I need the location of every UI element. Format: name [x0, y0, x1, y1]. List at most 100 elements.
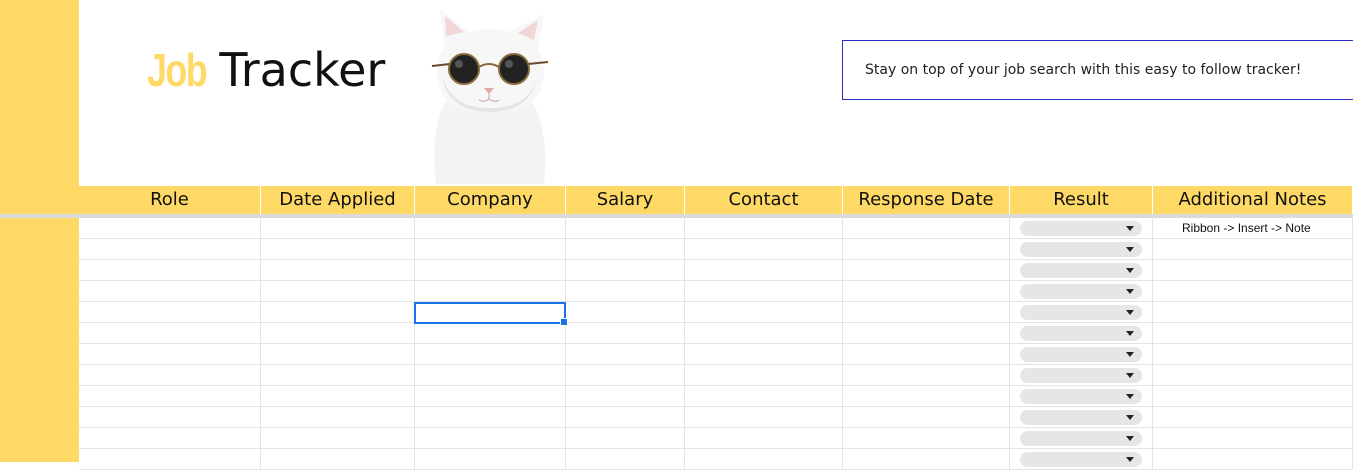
cell-salary[interactable]: [566, 323, 685, 343]
cell-company[interactable]: [415, 449, 566, 469]
cell-company[interactable]: [415, 218, 566, 238]
cell-contact[interactable]: [685, 449, 843, 469]
selected-cell-highlight[interactable]: [414, 302, 568, 326]
cell-contact[interactable]: [685, 344, 843, 364]
cell-response-date[interactable]: [843, 218, 1010, 238]
result-dropdown[interactable]: [1020, 452, 1142, 467]
header-contact[interactable]: Contact: [685, 186, 843, 214]
cell-role[interactable]: [79, 281, 261, 301]
cell-salary[interactable]: [566, 302, 685, 322]
cell-company[interactable]: [415, 323, 566, 343]
cell-salary[interactable]: [566, 344, 685, 364]
cell-contact[interactable]: [685, 428, 843, 448]
cell-date-applied[interactable]: [261, 365, 415, 385]
cell-salary[interactable]: [566, 365, 685, 385]
cell-date-applied[interactable]: [261, 407, 415, 427]
cell-response-date[interactable]: [843, 365, 1010, 385]
cell-result[interactable]: [1010, 281, 1153, 301]
cell-response-date[interactable]: [843, 344, 1010, 364]
cell-additional-notes[interactable]: [1153, 281, 1353, 301]
cell-result[interactable]: [1010, 344, 1153, 364]
cell-contact[interactable]: [685, 218, 843, 238]
cell-response-date[interactable]: [843, 428, 1010, 448]
cell-date-applied[interactable]: [261, 260, 415, 280]
cell-additional-notes[interactable]: Ribbon -> Insert -> Note: [1153, 218, 1353, 238]
cell-role[interactable]: [79, 428, 261, 448]
cell-result[interactable]: [1010, 323, 1153, 343]
result-dropdown[interactable]: [1020, 263, 1142, 278]
cell-company[interactable]: [415, 386, 566, 406]
cell-company[interactable]: [415, 239, 566, 259]
cell-salary[interactable]: [566, 260, 685, 280]
header-additional-notes[interactable]: Additional Notes: [1153, 186, 1353, 214]
cell-contact[interactable]: [685, 239, 843, 259]
cell-role[interactable]: [79, 344, 261, 364]
cell-date-applied[interactable]: [261, 323, 415, 343]
cell-additional-notes[interactable]: [1153, 260, 1353, 280]
cell-contact[interactable]: [685, 260, 843, 280]
cell-response-date[interactable]: [843, 386, 1010, 406]
cell-date-applied[interactable]: [261, 281, 415, 301]
cell-contact[interactable]: [685, 281, 843, 301]
cell-date-applied[interactable]: [261, 344, 415, 364]
result-dropdown[interactable]: [1020, 368, 1142, 383]
cell-additional-notes[interactable]: [1153, 449, 1353, 469]
cell-salary[interactable]: [566, 386, 685, 406]
cell-result[interactable]: [1010, 386, 1153, 406]
cell-contact[interactable]: [685, 323, 843, 343]
result-dropdown[interactable]: [1020, 410, 1142, 425]
cell-role[interactable]: [79, 260, 261, 280]
result-dropdown[interactable]: [1020, 284, 1142, 299]
cell-role[interactable]: [79, 323, 261, 343]
result-dropdown[interactable]: [1020, 242, 1142, 257]
result-dropdown[interactable]: [1020, 389, 1142, 404]
cell-date-applied[interactable]: [261, 239, 415, 259]
cell-company[interactable]: [415, 260, 566, 280]
cell-company[interactable]: [415, 407, 566, 427]
header-salary[interactable]: Salary: [566, 186, 685, 214]
cell-response-date[interactable]: [843, 239, 1010, 259]
cell-date-applied[interactable]: [261, 428, 415, 448]
header-result[interactable]: Result: [1010, 186, 1153, 214]
cell-salary[interactable]: [566, 281, 685, 301]
cell-role[interactable]: [79, 302, 261, 322]
cell-response-date[interactable]: [843, 449, 1010, 469]
cell-date-applied[interactable]: [261, 449, 415, 469]
cell-role[interactable]: [79, 218, 261, 238]
cell-contact[interactable]: [685, 386, 843, 406]
cell-role[interactable]: [79, 365, 261, 385]
cell-date-applied[interactable]: [261, 218, 415, 238]
cell-result[interactable]: [1010, 449, 1153, 469]
cell-result[interactable]: [1010, 239, 1153, 259]
cell-additional-notes[interactable]: [1153, 239, 1353, 259]
cell-date-applied[interactable]: [261, 386, 415, 406]
result-dropdown[interactable]: [1020, 221, 1142, 236]
cell-additional-notes[interactable]: [1153, 407, 1353, 427]
cell-additional-notes[interactable]: [1153, 344, 1353, 364]
header-date-applied[interactable]: Date Applied: [261, 186, 415, 214]
cell-additional-notes[interactable]: [1153, 428, 1353, 448]
cell-result[interactable]: [1010, 365, 1153, 385]
cell-role[interactable]: [79, 449, 261, 469]
result-dropdown[interactable]: [1020, 431, 1142, 446]
cell-response-date[interactable]: [843, 281, 1010, 301]
cell-salary[interactable]: [566, 239, 685, 259]
cell-role[interactable]: [79, 239, 261, 259]
cell-response-date[interactable]: [843, 407, 1010, 427]
cell-salary[interactable]: [566, 218, 685, 238]
cell-response-date[interactable]: [843, 260, 1010, 280]
cell-result[interactable]: [1010, 428, 1153, 448]
cell-salary[interactable]: [566, 407, 685, 427]
cell-contact[interactable]: [685, 407, 843, 427]
result-dropdown[interactable]: [1020, 347, 1142, 362]
cell-role[interactable]: [79, 386, 261, 406]
cell-company[interactable]: [415, 281, 566, 301]
cell-additional-notes[interactable]: [1153, 365, 1353, 385]
result-dropdown[interactable]: [1020, 305, 1142, 320]
cell-result[interactable]: [1010, 407, 1153, 427]
cell-contact[interactable]: [685, 365, 843, 385]
cell-role[interactable]: [79, 407, 261, 427]
header-company[interactable]: Company: [415, 186, 566, 214]
cell-additional-notes[interactable]: [1153, 386, 1353, 406]
cell-contact[interactable]: [685, 302, 843, 322]
